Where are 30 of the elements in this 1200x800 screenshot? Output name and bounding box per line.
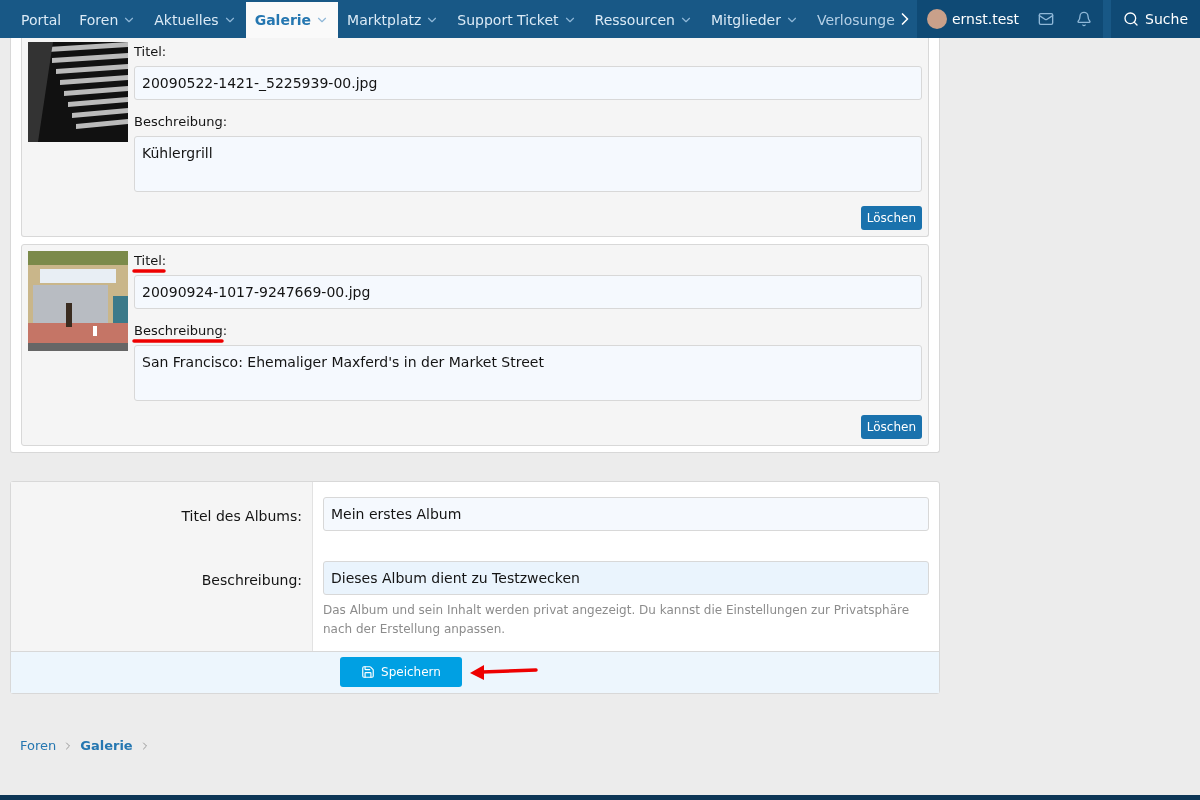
text-area[interactable]: Kühlergrill <box>134 136 922 192</box>
input-field[interactable]: 20090924-1017-9247669-00.jpg <box>134 275 922 309</box>
avatar <box>926 9 947 29</box>
search-icon <box>1123 11 1140 27</box>
breadcrumb-link[interactable]: Galerie <box>80 738 133 753</box>
text-area[interactable]: San Francisco: Ehemaliger Maxferd's in der Market Street <box>134 345 922 401</box>
input-field[interactable]: Mein erstes Album <box>323 497 929 531</box>
search-button[interactable]: Suche <box>1111 0 1200 38</box>
nav-tab[interactable]: Galerie <box>245 2 339 38</box>
field-label: Titel: <box>134 253 167 268</box>
nav-tab[interactable]: Verlosunge <box>807 2 895 38</box>
delete-button[interactable]: Löschen <box>860 206 922 230</box>
nav-tab[interactable]: Marktplatz <box>338 2 449 38</box>
delete-button[interactable]: Löschen <box>860 415 922 439</box>
breadcrumb-link[interactable]: Foren <box>20 738 57 753</box>
field-label: Beschreibung: <box>134 323 228 338</box>
nav-tab[interactable]: Mitglieder <box>701 2 808 38</box>
hint-text: Das Album und sein Inhalt werden privat angezeigt. Du kannst die Einstellungen zur Privatsphäre nach der Erstellung anpassen. <box>323 602 911 638</box>
field-label: Beschreibung: <box>201 572 302 588</box>
field-label: Titel: <box>134 44 167 59</box>
nav-tab[interactable]: Support Ticket <box>448 2 586 38</box>
input-field[interactable]: 20090522-1421-_5225939-00.jpg <box>134 66 922 100</box>
input-field[interactable]: Dieses Album dient zu Testzwecken <box>323 561 929 595</box>
nav-tab[interactable]: Portal <box>12 2 71 38</box>
nav-tab[interactable]: Ressourcen <box>585 2 702 38</box>
nav-tab[interactable]: Foren <box>70 2 146 38</box>
nav-tab[interactable]: Aktuelles <box>145 2 246 38</box>
field-label: Titel des Albums: <box>181 508 302 524</box>
save-icon <box>361 665 376 679</box>
field-label: Beschreibung: <box>134 114 228 129</box>
